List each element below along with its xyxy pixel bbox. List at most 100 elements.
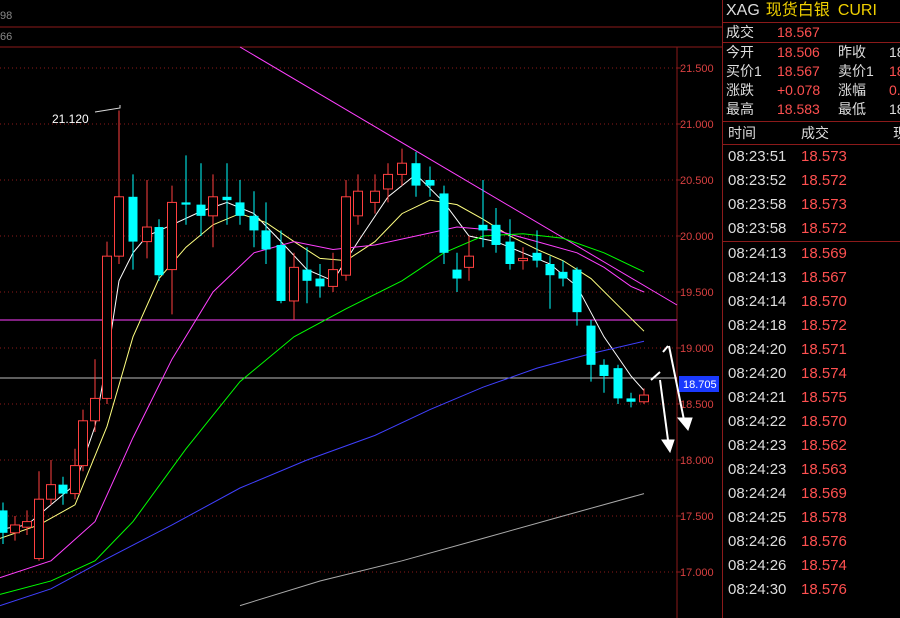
candle-body[interactable] [276, 244, 286, 301]
candle-body[interactable] [181, 202, 191, 205]
candle-body[interactable] [208, 196, 218, 217]
candle-body[interactable] [341, 196, 351, 276]
kline-chart[interactable]: 98 66 21.500 21.000 20.500 20.000 19.500 19.0… [0, 0, 722, 618]
candle-body[interactable] [289, 266, 299, 302]
tick-row: 08:24:25 18.578 [723, 506, 900, 530]
tick-time: 08:24:21 [728, 389, 787, 406]
candle-body[interactable] [452, 269, 462, 279]
candle-body[interactable] [328, 269, 338, 287]
tick-price: 18.570 [801, 293, 847, 310]
candle-body[interactable] [114, 196, 124, 257]
candle-body[interactable] [572, 269, 582, 313]
candle-body[interactable] [22, 521, 32, 528]
candle-body[interactable] [639, 394, 649, 403]
candle-body[interactable] [518, 257, 528, 262]
quote-value: +0.078 [777, 82, 821, 98]
tick-price: 18.573 [801, 148, 847, 165]
tick-price: 18.572 [801, 317, 847, 334]
tick-time: 08:24:23 [728, 437, 787, 454]
candle-body[interactable] [425, 180, 435, 186]
candle-body[interactable] [34, 498, 44, 560]
tick-price: 18.576 [801, 581, 847, 598]
descending-trendline[interactable] [239, 46, 678, 306]
candle-body[interactable] [315, 278, 325, 287]
candle-body[interactable] [586, 325, 596, 365]
quote-value: 18.567 [777, 24, 820, 40]
tick-price: 18.572 [801, 220, 847, 237]
tick-time: 08:23:58 [728, 220, 787, 237]
candle-body[interactable] [613, 368, 623, 399]
candle-body[interactable] [58, 484, 68, 494]
quote-label: 昨收 [838, 44, 866, 60]
candle-body[interactable] [46, 484, 56, 500]
chart-canvas[interactable]: 21.500 21.000 20.500 20.000 19.500 19.000 18.5… [0, 0, 722, 618]
tick-row: 08:24:13 18.567 [723, 266, 900, 290]
candle-body[interactable] [532, 252, 542, 261]
y-axis-label: 19.000 [680, 343, 714, 355]
candle-body[interactable] [261, 230, 271, 250]
tick-time: 08:24:13 [728, 245, 787, 262]
y-axis-label: 20.500 [680, 175, 714, 187]
candle-body[interactable] [370, 190, 380, 203]
candle-body[interactable] [491, 224, 501, 245]
candle-body[interactable] [90, 397, 100, 422]
y-axis-label: 17.000 [680, 567, 714, 579]
tick-price: 18.567 [801, 269, 847, 286]
tick-price: 18.573 [801, 196, 847, 213]
candle-body[interactable] [0, 510, 8, 533]
ticks-list[interactable]: 08:23:51 18.573 08:23:52 18.572 08:23:58 18.5… [723, 145, 900, 602]
quote-row-last: 成交 18.567 [723, 23, 900, 43]
candle-body[interactable] [439, 193, 449, 253]
tick-row: 08:23:51 18.573 [723, 145, 900, 169]
ma120-line [239, 493, 645, 607]
candle-body[interactable] [464, 255, 474, 268]
candle-body[interactable] [599, 364, 609, 376]
quote-label: 涨跌 [726, 82, 754, 98]
candle-body[interactable] [505, 241, 515, 264]
ma60-line [0, 340, 645, 607]
y-axis-label: 20.000 [680, 231, 714, 243]
candle-body[interactable] [397, 162, 407, 175]
candle-body[interactable] [128, 196, 138, 242]
candle-body[interactable] [302, 269, 312, 281]
candle-body[interactable] [411, 163, 421, 186]
current-price-label: 18.705 [683, 379, 717, 391]
tick-time: 08:23:58 [728, 196, 787, 213]
candle-body[interactable] [478, 224, 488, 231]
candle-body[interactable] [249, 215, 259, 231]
candle-body[interactable] [167, 201, 177, 271]
candle-body[interactable] [196, 204, 206, 216]
candle-body[interactable] [142, 226, 152, 243]
candle-body[interactable] [545, 264, 555, 276]
quote-panel: XAG 现货白银 CURI 成交 18.567 今开 18.506 昨收 18 买价… [722, 0, 900, 618]
quote-label: 今开 [726, 44, 754, 60]
y-axis-label: 21.000 [680, 119, 714, 131]
quote-value: 18 [889, 63, 900, 79]
tick-time: 08:23:52 [728, 172, 787, 189]
candle-body[interactable] [353, 190, 363, 217]
candle-body[interactable] [78, 420, 88, 467]
tick-price: 18.562 [801, 437, 847, 454]
candle-body[interactable] [626, 398, 636, 402]
candle-body[interactable] [222, 196, 232, 201]
quote-value: 18.506 [777, 44, 820, 60]
symbol-name-suffix: CURI [837, 2, 877, 19]
candle-body[interactable] [235, 202, 245, 216]
candle-body[interactable] [558, 271, 568, 279]
tick-time: 08:24:14 [728, 293, 787, 310]
candle-body[interactable] [383, 173, 393, 190]
tick-time: 08:24:30 [728, 581, 787, 598]
candle-body[interactable] [102, 255, 112, 399]
quote-label: 成交 [726, 24, 754, 40]
candle-body[interactable] [70, 465, 80, 495]
candle-body[interactable] [10, 524, 20, 534]
quote-value: 18 [889, 44, 900, 60]
candle-body[interactable] [154, 227, 164, 276]
y-axis-label: 18.500 [680, 399, 714, 411]
tick-time: 08:24:23 [728, 461, 787, 478]
tick-time: 08:24:24 [728, 485, 787, 502]
tick-price: 18.575 [801, 389, 847, 406]
tick-row: 08:24:22 18.570 [723, 410, 900, 434]
tick-time: 08:24:20 [728, 365, 787, 382]
y-axis-label: 18.000 [680, 455, 714, 467]
